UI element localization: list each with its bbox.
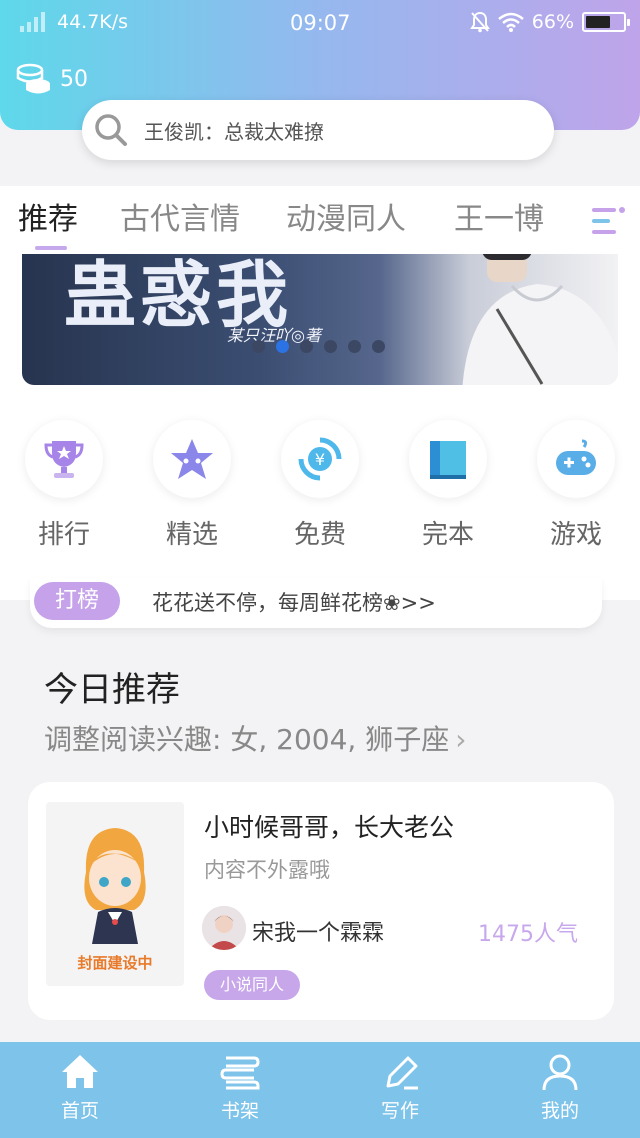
banner-dot[interactable] <box>372 340 385 353</box>
notice-banner[interactable]: 打榜 花花送不停，每周鲜花榜❀>> <box>30 578 602 628</box>
section-title: 今日推荐 <box>44 670 180 710</box>
author-name: 宋我一个霖霖 <box>252 921 385 946</box>
tab-anime-fanfic[interactable]: 动漫同人 <box>286 194 406 238</box>
star-icon <box>171 439 213 479</box>
entry-ranking-circle <box>25 420 103 498</box>
yuan-icon: ¥ <box>298 437 342 481</box>
notice-badge: 打榜 <box>34 582 120 620</box>
tab-recommend[interactable]: 推荐 <box>18 194 78 238</box>
genre-tag[interactable]: 小说同人 <box>204 970 301 1000</box>
home-icon <box>62 1055 98 1088</box>
entry-games-label: 游戏 <box>549 520 602 550</box>
coin-balance[interactable]: 50 <box>16 62 88 96</box>
promo-banner[interactable]: 蛊惑我 某只汪吖◎著 <box>22 254 618 385</box>
network-speed: 44.7K/s <box>57 11 129 33</box>
pencil-icon <box>386 1056 418 1090</box>
chevron-right-icon: › <box>455 723 467 756</box>
entry-games-circle <box>537 420 615 498</box>
entry-ranking[interactable]: 排行 <box>14 420 114 551</box>
book-title: 小时候哥哥，长大老公 <box>204 813 455 842</box>
nav-profile-label: 我的 <box>540 1100 579 1122</box>
nav-bookshelf[interactable]: 书架 <box>190 1052 290 1123</box>
battery-fill <box>586 16 610 28</box>
nav-bookshelf-label: 书架 <box>220 1100 259 1122</box>
notice-text: 花花送不停，每周鲜花榜❀>> <box>152 591 436 615</box>
entry-free-circle: ¥ <box>281 420 359 498</box>
clock: 09:07 <box>290 11 351 35</box>
svg-text:¥: ¥ <box>315 450 325 469</box>
search-bar[interactable]: 王俊凯：总裁太难撩 <box>82 100 554 160</box>
tab-wang-yibo[interactable]: 王一博 <box>454 194 544 238</box>
signal-icon <box>20 12 45 32</box>
nav-write[interactable]: 写作 <box>350 1052 450 1123</box>
user-icon <box>542 1054 578 1091</box>
category-menu-icon[interactable] <box>590 204 630 240</box>
bottom-navigation: 首页 书架 写作 我的 <box>0 1042 640 1138</box>
cover-placeholder-text: 封面建设中 <box>77 954 153 972</box>
entry-completed-label: 完本 <box>421 520 474 550</box>
entry-games[interactable]: 游戏 <box>526 420 626 551</box>
app-screen: 44.7K/s 09:07 66% 50 王俊凯：总裁太难撩 推荐 古代言情 动… <box>0 0 640 1138</box>
status-bar: 44.7K/s 09:07 66% <box>0 0 640 44</box>
entry-featured[interactable]: 精选 <box>142 420 242 551</box>
book-cover: 封面建设中 <box>46 802 184 986</box>
banner-dot[interactable] <box>276 340 289 353</box>
nav-profile[interactable]: 我的 <box>510 1052 610 1123</box>
nav-home-label: 首页 <box>60 1100 99 1122</box>
search-placeholder: 王俊凯：总裁太难撩 <box>144 119 324 144</box>
banner-dot[interactable] <box>324 340 337 353</box>
entry-free[interactable]: ¥ 免费 <box>270 420 370 551</box>
active-tab-indicator <box>35 246 67 250</box>
nav-write-label: 写作 <box>380 1100 419 1122</box>
tab-ancient-romance[interactable]: 古代言情 <box>120 194 240 238</box>
banner-dot[interactable] <box>252 340 265 353</box>
book-description: 内容不外露哦 <box>204 858 330 882</box>
search-icon <box>95 114 127 146</box>
coin-count: 50 <box>60 66 88 92</box>
mute-bell-icon <box>469 11 490 33</box>
banner-dot[interactable] <box>300 340 313 353</box>
entry-featured-circle <box>153 420 231 498</box>
nav-home[interactable]: 首页 <box>30 1052 130 1123</box>
entry-ranking-label: 排行 <box>37 520 90 550</box>
book-icon <box>430 441 466 479</box>
battery-icon <box>582 12 630 32</box>
banner-person-image <box>462 254 618 385</box>
entry-completed[interactable]: 完本 <box>398 420 498 551</box>
entry-completed-circle <box>409 420 487 498</box>
author-avatar-image <box>202 906 246 950</box>
wifi-icon <box>497 12 524 32</box>
interest-settings-link[interactable]: 调整阅读兴趣: 女, 2004, 狮子座 › <box>44 718 466 758</box>
status-right: 66% <box>469 9 630 35</box>
coins-icon <box>16 63 50 94</box>
banner-pagination <box>252 340 385 353</box>
interest-settings-text: 调整阅读兴趣: 女, 2004, 狮子座 <box>44 723 450 756</box>
gamepad-icon <box>556 439 596 475</box>
entry-featured-label: 精选 <box>165 520 218 550</box>
book-card[interactable]: 封面建设中 小时候哥哥，长大老公 内容不外露哦 宋我一个霖霖 1475人气 小说… <box>28 782 614 1020</box>
bookshelf-icon <box>220 1056 260 1090</box>
author-avatar <box>202 906 246 950</box>
category-tabs: 推荐 古代言情 动漫同人 王一博 <box>0 186 640 256</box>
entry-free-label: 免费 <box>293 520 346 550</box>
trophy-icon <box>44 441 84 478</box>
battery-percent: 66% <box>531 11 574 33</box>
popularity-count: 1475人气 <box>478 922 578 947</box>
cover-character-image <box>84 828 146 944</box>
banner-dot[interactable] <box>348 340 361 353</box>
